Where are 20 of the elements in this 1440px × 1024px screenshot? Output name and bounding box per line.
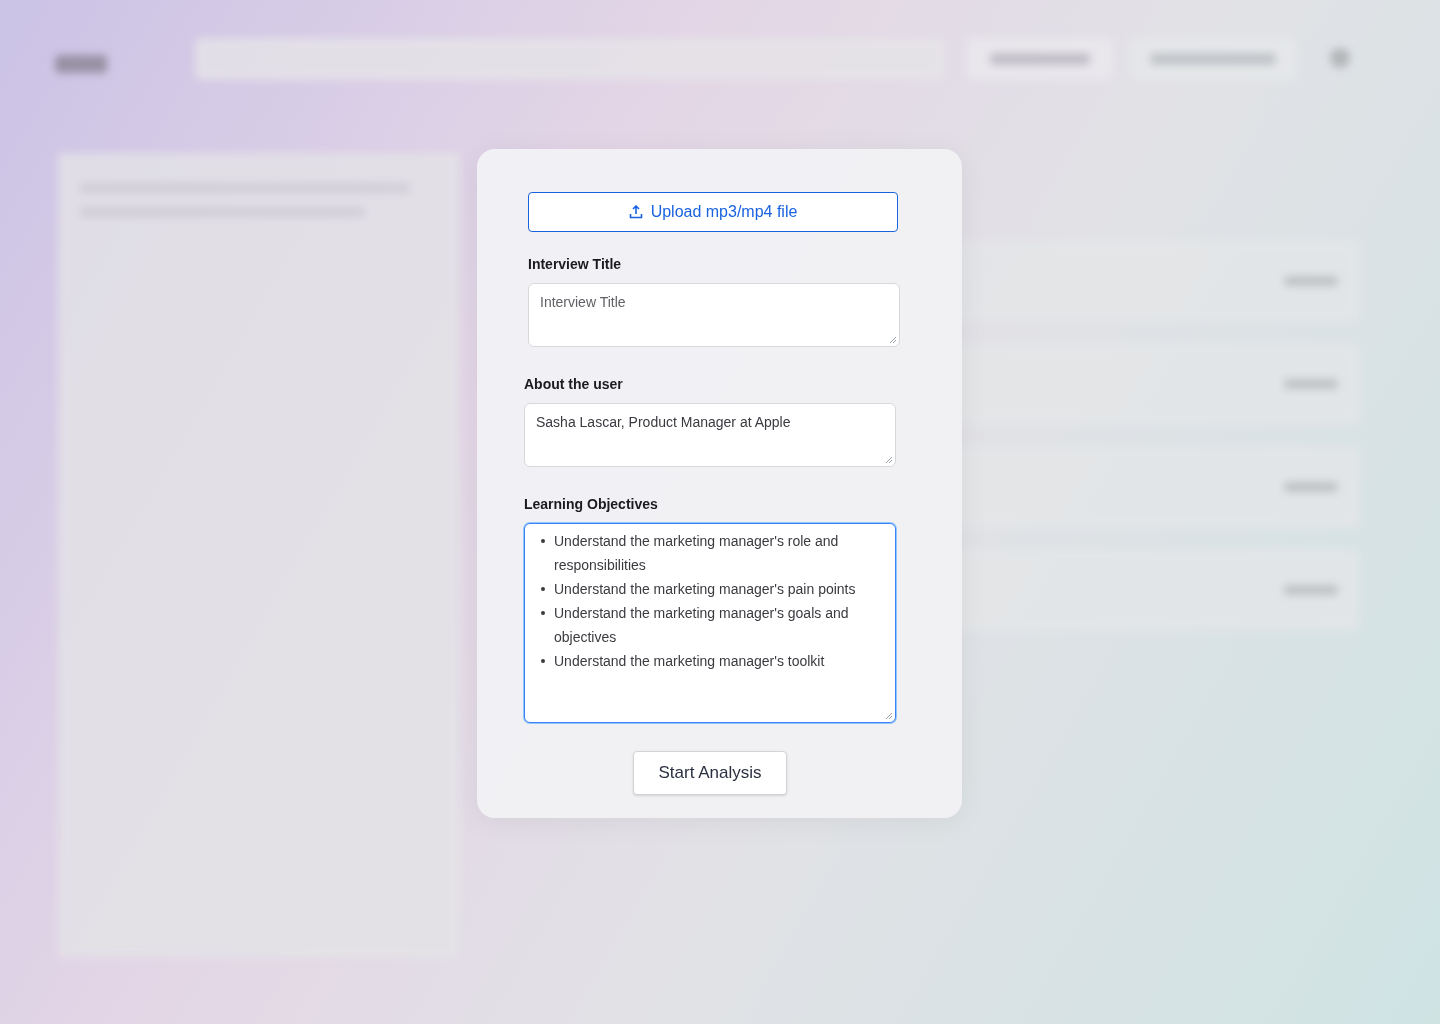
field-label: Interview Title bbox=[528, 255, 623, 273]
resize-grip-icon[interactable] bbox=[885, 712, 893, 720]
bullet-icon bbox=[541, 659, 545, 663]
objective-item: Understand the marketing manager's toolkit bbox=[554, 652, 825, 671]
objectives-text-area[interactable] bbox=[524, 523, 896, 723]
bullet-icon bbox=[541, 539, 545, 543]
upload-icon bbox=[628, 205, 643, 219]
text-area[interactable]: Interview Title bbox=[528, 283, 900, 347]
objective-item: Understand the marketing manager's role and responsibilities bbox=[554, 532, 840, 575]
bullet-icon bbox=[541, 587, 545, 591]
resize-grip-icon[interactable] bbox=[889, 336, 897, 344]
text-area[interactable]: Sasha Lascar, Product Manager at Apple bbox=[524, 403, 896, 467]
resize-grip-icon[interactable] bbox=[885, 456, 893, 464]
bullet-icon bbox=[541, 611, 545, 615]
field-label: About the user bbox=[524, 375, 624, 393]
field-label: Learning Objectives bbox=[524, 495, 659, 513]
objective-item: Understand the marketing manager's goals and objectives bbox=[554, 604, 850, 647]
upload-button[interactable]: Upload mp3/mp4 file bbox=[528, 192, 898, 232]
start-analysis-button[interactable]: Start Analysis bbox=[633, 751, 787, 795]
objective-item: Understand the marketing manager's pain points bbox=[554, 580, 856, 599]
